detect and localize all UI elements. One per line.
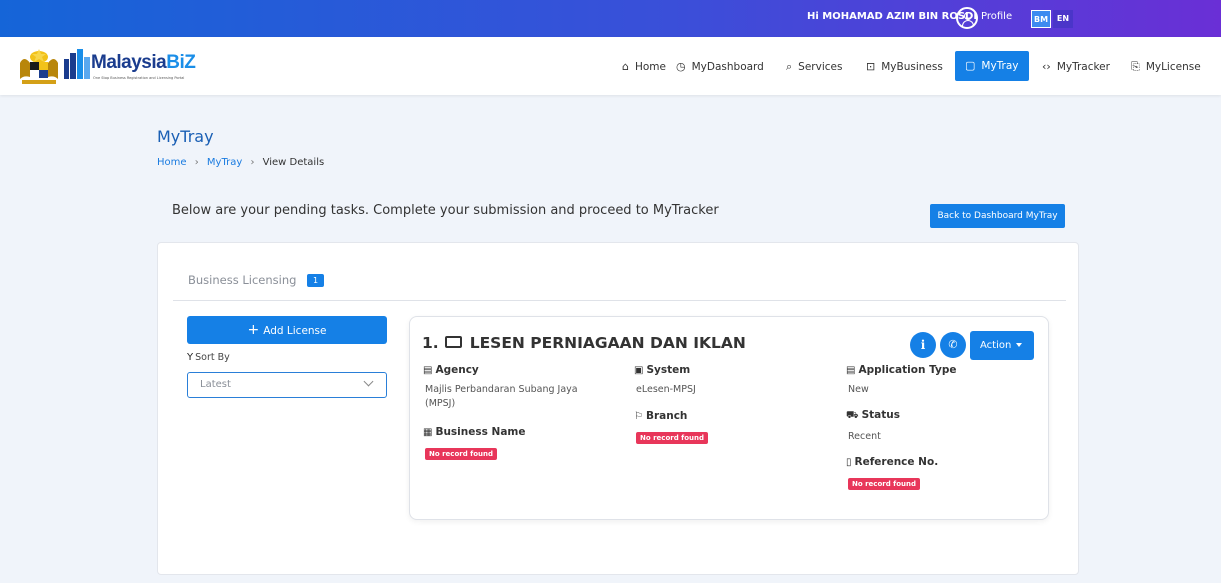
brand-tagline: One Stop Business Registration and Licen… xyxy=(93,76,185,80)
caret-down-icon xyxy=(1016,343,1023,347)
add-license-button[interactable]: + Add License xyxy=(187,316,387,344)
agency-label: ▤ Agency xyxy=(423,364,479,376)
filter-icon: Y xyxy=(187,352,194,363)
plus-icon: + xyxy=(247,322,260,338)
malaysiabiz-logo-mark xyxy=(64,49,90,79)
nav-mylicense[interactable]: ⎘ MyLicense xyxy=(1131,60,1201,74)
nav-mybusiness[interactable]: ⊡ MyBusiness xyxy=(866,60,943,73)
tab-business-licensing[interactable]: Business Licensing xyxy=(188,273,296,287)
branch-label: ⚐ Branch xyxy=(634,410,688,422)
nav-services[interactable]: ⌕ Services xyxy=(786,60,842,74)
chevron-right-icon: › xyxy=(194,157,199,168)
tab-divider xyxy=(173,300,1066,301)
chevron-down-icon xyxy=(363,376,374,387)
document-icon: ▦ xyxy=(423,427,433,438)
application-type-label: ▤ Application Type xyxy=(846,364,957,376)
application-type-value: New xyxy=(848,384,869,395)
user-greeting: Hi MOHAMAD AZIM BIN ROSDI xyxy=(807,11,978,22)
tab-count-badge: 1 xyxy=(307,274,324,287)
clock-icon: ◷ xyxy=(676,60,686,73)
coat-of-arms-logo[interactable] xyxy=(16,45,62,87)
back-to-dashboard-button[interactable]: Back to Dashboard MyTray xyxy=(930,204,1065,228)
flag-icon: ⚐ xyxy=(634,411,643,422)
breadcrumb-mytray[interactable]: MyTray xyxy=(207,157,242,168)
reference-no-badge: No record found xyxy=(848,478,920,490)
search-icon: ⌕ xyxy=(786,60,793,73)
breadcrumb-current: View Details xyxy=(262,157,325,168)
nav-mytray[interactable]: ▢ MyTray xyxy=(955,51,1029,81)
agency-value: Majlis Perbandaran Subang Jaya (MPSJ) xyxy=(425,384,578,409)
clipboard-icon: ▢ xyxy=(965,59,976,72)
license-icon: ⎘ xyxy=(1131,60,1140,73)
code-icon: ‹› xyxy=(1042,60,1051,73)
page-title: MyTray xyxy=(157,127,214,146)
window-icon: ▣ xyxy=(634,365,644,376)
breadcrumb: Home › MyTray › View Details xyxy=(157,157,324,168)
main-navbar: MalaysiaBiZ One Stop Business Registrati… xyxy=(0,37,1221,95)
branch-badge: No record found xyxy=(636,432,708,444)
phone-button[interactable]: ✆ xyxy=(940,332,966,358)
brand-logo-text[interactable]: MalaysiaBiZ xyxy=(91,52,196,74)
language-bm-button[interactable]: BM xyxy=(1031,10,1051,28)
building-icon: ▤ xyxy=(423,365,433,376)
file-icon: ▯ xyxy=(846,457,852,468)
truck-icon: ⛟ xyxy=(846,410,859,421)
nav-mytracker[interactable]: ‹› MyTracker xyxy=(1042,60,1110,73)
briefcase-icon: ⊡ xyxy=(866,60,876,73)
list-icon: ▤ xyxy=(846,365,856,376)
sort-select-value: Latest xyxy=(200,379,231,390)
home-icon: ⌂ xyxy=(622,60,629,73)
status-label: ⛟ Status xyxy=(846,409,901,421)
top-bar: Hi MOHAMAD AZIM BIN ROSDI Profile BM EN xyxy=(0,0,1221,37)
system-value: eLesen-MPSJ xyxy=(636,384,696,395)
license-card: 1. LESEN PERNIAGAAN DAN IKLAN i ✆ Action … xyxy=(409,316,1049,520)
profile-icon[interactable] xyxy=(956,7,978,29)
nav-mydashboard[interactable]: ◷ MyDashboard xyxy=(676,60,764,73)
sort-select[interactable]: Latest xyxy=(187,372,387,398)
business-name-label: ▦ Business Name xyxy=(423,426,526,438)
nav-home[interactable]: ⌂ Home xyxy=(622,60,666,73)
reference-no-label: ▯ Reference No. xyxy=(846,456,939,468)
system-label: ▣ System xyxy=(634,364,691,376)
breadcrumb-home[interactable]: Home xyxy=(157,157,187,168)
licensing-panel: Business Licensing 1 + Add License Y Sort … xyxy=(157,242,1079,575)
business-name-badge: No record found xyxy=(425,448,497,460)
status-value: Recent xyxy=(848,431,881,442)
language-en-button[interactable]: EN xyxy=(1053,10,1073,28)
id-card-icon xyxy=(444,336,462,348)
license-title: 1. LESEN PERNIAGAAN DAN IKLAN xyxy=(422,334,746,352)
action-dropdown-button[interactable]: Action xyxy=(970,331,1034,360)
info-button[interactable]: i xyxy=(910,332,936,358)
pending-tasks-intro: Below are your pending tasks. Complete y… xyxy=(172,203,719,218)
profile-link[interactable]: Profile xyxy=(981,11,1012,22)
chevron-right-icon: › xyxy=(250,157,255,168)
sort-by-label: Y Sort By xyxy=(187,352,230,363)
